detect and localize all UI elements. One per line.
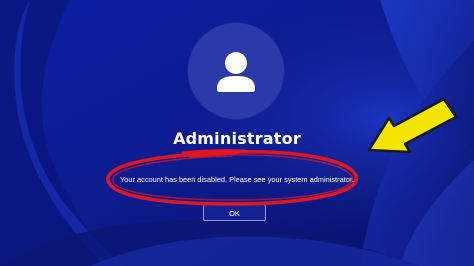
user-icon bbox=[217, 52, 255, 92]
ok-button[interactable]: OK bbox=[203, 204, 266, 221]
error-message: Your account has been disabled. Please s… bbox=[120, 175, 354, 184]
lock-screen: Administrator Your account has been disa… bbox=[0, 0, 474, 266]
account-name: Administrator bbox=[173, 129, 301, 148]
avatar bbox=[188, 23, 284, 119]
